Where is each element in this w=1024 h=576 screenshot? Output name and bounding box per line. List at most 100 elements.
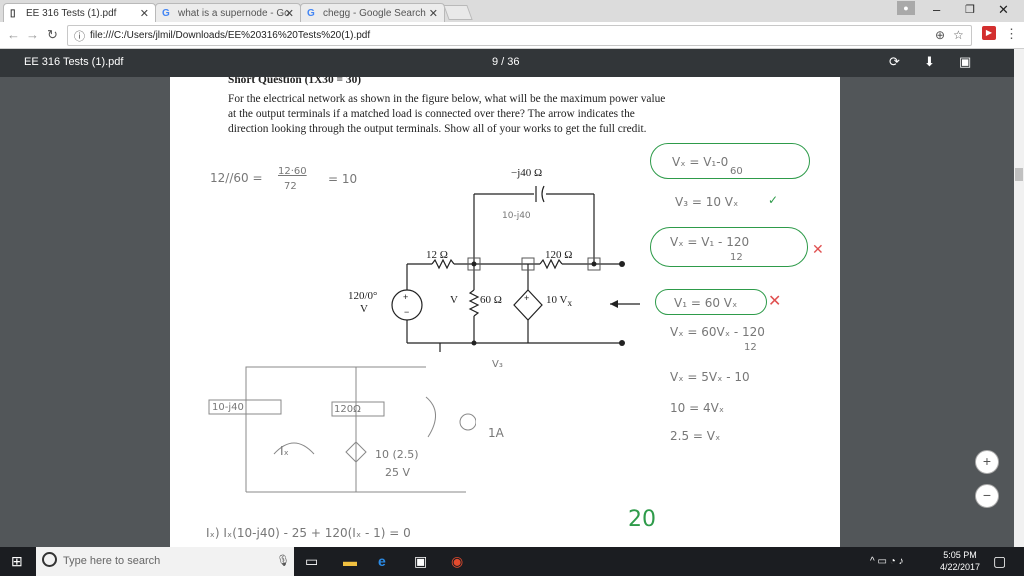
score: 20 — [628, 507, 656, 532]
cap-note: 10-j40 — [502, 211, 531, 221]
right-eq-6: Vₓ = 5Vₓ - 10 — [670, 370, 750, 384]
tab-strip: ▯ EE 316 Tests (1).pdf ✕ G what is a sup… — [0, 0, 1024, 22]
r12-label: 12 Ω — [426, 249, 448, 261]
zoom-icon[interactable]: ⊕ — [935, 28, 945, 42]
notification-icon[interactable]: ▢ — [993, 553, 1006, 570]
tab-chegg[interactable]: G chegg - Google Search ✕ — [300, 3, 445, 22]
question-line-3: direction looking through the output ter… — [228, 123, 647, 135]
red-x-1: ✕ — [812, 242, 824, 258]
bookmark-star-icon[interactable]: ☆ — [953, 28, 964, 42]
red-x-2: ✕ — [768, 291, 782, 310]
dep-value: 10 (2.5) — [375, 448, 419, 461]
tab-label: what is a supernode - Go — [178, 8, 290, 19]
close-tab-icon[interactable]: ✕ — [429, 7, 438, 20]
calc-denominator: 72 — [284, 181, 297, 192]
pdf-viewer[interactable]: Short Question (1X30 = 30) For the elect… — [0, 77, 1014, 547]
close-window-button[interactable]: ✕ — [998, 2, 1009, 18]
handwritten-mesh-circuit — [208, 366, 476, 493]
rotate-icon[interactable]: ⟳ — [889, 54, 900, 70]
new-tab-button[interactable] — [443, 5, 473, 20]
reload-icon[interactable]: ↻ — [47, 27, 58, 43]
tab-supernode[interactable]: G what is a supernode - Go ✕ — [155, 3, 301, 22]
clock-date: 4/22/2017 — [940, 562, 981, 572]
bottom-equation: Iₓ) Iₓ(10-j40) - 25 + 120(Iₓ - 1) = 0 — [206, 526, 411, 540]
source-label: 120/0° — [348, 290, 378, 302]
right-eq-5-denominator: 12 — [744, 342, 757, 353]
question-heading: Short Question (1X30 = 30) — [228, 77, 362, 86]
edge-icon[interactable]: e — [378, 553, 386, 569]
r60-label: 60 Ω — [480, 294, 502, 306]
mesh-box-1: 10-j40 — [212, 402, 244, 413]
right-eq-8: 2.5 = Vₓ — [670, 429, 721, 443]
system-tray-icons[interactable]: ^ ▭ ◔ ♪ — [870, 556, 904, 567]
question-line-2: at the output terminals if a matched loa… — [228, 108, 635, 120]
pdf-toolbar: EE 316 Tests (1).pdf 9 / 36 ⟳ ⬇ ▣ — [0, 49, 1024, 77]
ix-label: Iₓ — [280, 444, 289, 458]
chrome-icon[interactable]: ◉ — [451, 553, 463, 570]
back-arrow-icon[interactable]: ← — [7, 27, 20, 42]
taskbar: ⊞ Type here to search 🎙 ▭ ▬ e ▣ ◉ ^ ▭ ◔ … — [0, 547, 1024, 576]
right-eq-3: Vₓ = V₁ - 120 — [670, 235, 750, 249]
calc-parallel: 12//60 = — [210, 171, 263, 185]
microphone-icon[interactable]: 🎙 — [276, 554, 290, 567]
capacitor-label: −j40 Ω — [511, 167, 543, 179]
question-line-1: For the electrical network as shown in t… — [228, 93, 666, 105]
right-eq-2: V₃ = 10 Vₓ — [675, 195, 739, 209]
svg-text:+: + — [524, 293, 529, 303]
calc-result: = 10 — [328, 172, 358, 186]
pdf-title: EE 316 Tests (1).pdf — [24, 56, 124, 68]
print-icon[interactable]: ▣ — [959, 54, 971, 70]
minimize-button[interactable]: – — [933, 2, 940, 17]
v1-label: V — [450, 294, 458, 306]
profile-icon[interactable]: ● — [897, 1, 915, 15]
circuit-diagram: + − + — [391, 185, 640, 352]
search-placeholder: Type here to search — [63, 555, 161, 567]
page-indicator[interactable]: 9 / 36 — [492, 56, 520, 68]
r120-label: 120 Ω — [545, 249, 573, 261]
cortana-icon — [42, 552, 57, 567]
restore-button[interactable]: ❐ — [965, 3, 975, 16]
dependent-source-label: 10 Vx — [546, 294, 573, 309]
document-icon: ▯ — [10, 8, 16, 19]
zoom-out-button[interactable]: − — [975, 484, 999, 508]
check-mark: ✓ — [768, 193, 779, 207]
close-tab-icon[interactable]: ✕ — [285, 7, 294, 20]
pdf-page: Short Question (1X30 = 30) For the elect… — [170, 77, 840, 547]
right-eq-1: Vₓ = V₁-0 — [672, 155, 729, 169]
info-icon[interactable]: ⓘ — [74, 28, 85, 44]
forward-arrow-icon[interactable]: → — [26, 27, 39, 42]
address-bar[interactable]: ⓘ file:///C:/Users/jlmil/Downloads/EE%20… — [67, 25, 972, 46]
scrollbar-thumb[interactable] — [1015, 168, 1023, 181]
url-text: file:///C:/Users/jlmil/Downloads/EE%2031… — [90, 30, 371, 41]
dep-value-2: 25 V — [385, 466, 411, 479]
right-eq-5: Vₓ = 60Vₓ - 120 — [670, 325, 765, 339]
tab-pdf[interactable]: ▯ EE 316 Tests (1).pdf ✕ — [3, 3, 156, 22]
menu-icon[interactable]: ⋮ — [1005, 26, 1018, 42]
svg-text:+: + — [403, 292, 408, 302]
taskbar-search[interactable]: Type here to search 🎙 — [36, 547, 294, 576]
right-eq-4: V₁ = 60 Vₓ — [674, 296, 738, 310]
download-icon[interactable]: ⬇ — [924, 54, 935, 70]
vertical-scrollbar[interactable] — [1014, 49, 1024, 547]
zoom-in-button[interactable]: + — [975, 450, 999, 474]
source-unit: V — [360, 303, 368, 315]
mesh-box-2: 120Ω — [334, 404, 361, 415]
task-view-icon[interactable]: ▭ — [305, 553, 318, 570]
clock[interactable]: 5:05 PM 4/22/2017 — [940, 549, 980, 573]
right-eq-3-denominator: 12 — [730, 252, 743, 263]
calc-numerator: 12·60 — [278, 166, 307, 177]
file-explorer-icon[interactable]: ▬ — [343, 553, 357, 569]
svg-text:−: − — [404, 307, 409, 317]
close-tab-icon[interactable]: ✕ — [140, 7, 149, 20]
vs-label: V₃ — [492, 359, 503, 370]
right-eq-7: 10 = 4Vₓ — [670, 401, 725, 415]
store-icon[interactable]: ▣ — [414, 553, 427, 570]
clock-time: 5:05 PM — [943, 550, 977, 560]
tab-label: chegg - Google Search — [323, 8, 426, 19]
browser-toolbar: ← → ↻ ⓘ file:///C:/Users/jlmil/Downloads… — [0, 22, 1024, 49]
tab-label: EE 316 Tests (1).pdf — [26, 8, 117, 19]
extension-icon[interactable]: ▶ — [982, 26, 996, 40]
google-icon: G — [162, 8, 170, 19]
right-eq-1-denominator: 60 — [730, 166, 743, 177]
windows-start-icon[interactable]: ⊞ — [11, 553, 23, 570]
